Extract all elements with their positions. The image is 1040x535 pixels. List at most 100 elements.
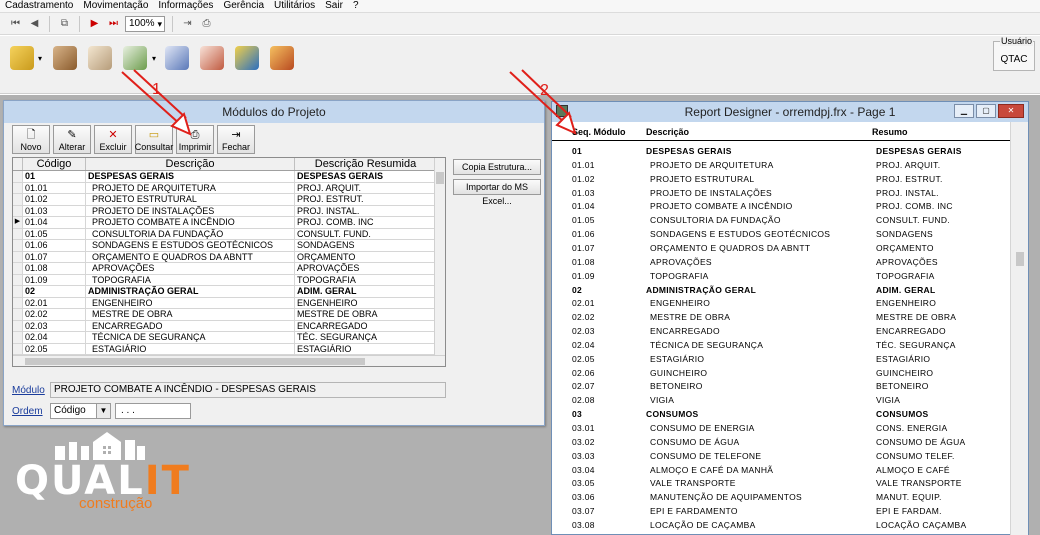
next-record-icon[interactable]: ▶ [87, 16, 102, 31]
row-selector[interactable] [13, 286, 23, 297]
column-header-descricao-resumida[interactable]: Descrição Resumida [295, 158, 437, 170]
table-row[interactable]: 01.03 PROJETO DE INSTALAÇÕES PROJ. INSTAL. [13, 205, 445, 217]
scrollbar-thumb[interactable] [25, 358, 365, 365]
cell-codigo: 02.04 [23, 332, 86, 343]
column-header-descricao[interactable]: Descrição [86, 158, 295, 170]
table-row[interactable]: 01.08 APROVAÇÕES APROVAÇÕES [13, 263, 445, 275]
imprimir-button[interactable]: ⎙ Imprimir [176, 125, 214, 154]
table-row[interactable]: 02 ADMINISTRAÇÃO GERAL ADIM. GERAL [13, 286, 445, 298]
row-selector[interactable] [13, 251, 23, 262]
row-selector[interactable] [13, 194, 23, 205]
report-vertical-scrollbar[interactable] [1010, 122, 1028, 535]
excluir-button[interactable]: ✕ Excluir [94, 125, 132, 154]
calendar-icon[interactable] [88, 46, 112, 70]
row-selector[interactable] [13, 263, 23, 274]
user-report-icon[interactable] [165, 46, 189, 70]
table-row[interactable]: 01.06 SONDAGENS E ESTUDOS GEOTÉCNICOS SOND… [13, 240, 445, 252]
maximize-icon[interactable]: ▢ [976, 104, 996, 118]
cell-codigo: 01.03 [23, 205, 86, 216]
edit-pencil-icon: ✎ [67, 129, 77, 141]
fechar-button[interactable]: ⇥ Fechar [217, 125, 255, 154]
report-cell-seq: 01.09 [572, 270, 595, 281]
cell-descricao-resumida: ADIM. GERAL [295, 286, 437, 297]
cell-codigo: 01.04 [23, 217, 86, 228]
last-record-icon[interactable]: ⏭ [106, 16, 121, 31]
cell-codigo: 02.05 [23, 343, 86, 354]
printer-icon[interactable]: ⎙ [199, 16, 214, 31]
table-row[interactable]: 01 DESPESAS GERAIS DESPESAS GERAIS [13, 171, 445, 183]
modules-grid[interactable]: Código Descrição Descrição Resumida 01 DE… [12, 157, 446, 367]
row-selector[interactable] [13, 343, 23, 354]
dropdown-arrow-icon[interactable]: ▾ [38, 54, 42, 63]
table-row[interactable]: 02.04 TÉCNICA DE SEGURANÇA TÉC. SEGURANÇA [13, 332, 445, 344]
cell-codigo: 01.01 [23, 182, 86, 193]
alterar-button[interactable]: ✎ Alterar [53, 125, 91, 154]
close-icon[interactable]: ✕ [998, 104, 1024, 118]
table-row[interactable]: 01.01 PROJETO DE ARQUITETURA PROJ. ARQUIT. [13, 182, 445, 194]
chart-graph-icon[interactable] [235, 46, 259, 70]
money-sheet-icon[interactable] [123, 46, 147, 70]
row-selector[interactable] [13, 171, 23, 182]
report-cell-seq: 01.08 [572, 256, 595, 267]
menu-gerencia[interactable]: Gerência [223, 0, 264, 12]
minimize-icon[interactable]: ▁ [954, 104, 974, 118]
report-cell-descricao: PROJETO ESTRUTURAL [650, 173, 755, 184]
current-row-indicator-icon[interactable]: ▶ [13, 217, 23, 228]
table-row[interactable]: 02.02 MESTRE DE OBRA MESTRE DE OBRA [13, 309, 445, 321]
row-selector[interactable] [13, 274, 23, 285]
consultar-button[interactable]: ▭ Consultar [135, 125, 173, 154]
previous-record-icon[interactable]: ◀ [27, 16, 42, 31]
column-header-codigo[interactable]: Código [23, 158, 86, 170]
cell-descricao: PROJETO DE ARQUITETURA [86, 182, 295, 193]
table-row[interactable]: 01.02 PROJETO ESTRUTURAL PROJ. ESTRUT. [13, 194, 445, 206]
menu-help[interactable]: ? [353, 0, 359, 12]
report-row: 01.03 PROJETO DE INSTALAÇÕES PROJ. INSTAL. [552, 188, 1011, 202]
ordem-select[interactable]: Código ▼ [50, 403, 111, 419]
row-selector[interactable] [13, 240, 23, 251]
dropdown-arrow-icon[interactable]: ▾ [152, 54, 156, 63]
schedule-clock-icon[interactable] [200, 46, 224, 70]
menu-movimentacao[interactable]: Movimentação [83, 0, 148, 12]
exit-door-icon[interactable]: ⇥ [180, 16, 195, 31]
zoom-select[interactable]: 100% [125, 15, 165, 32]
row-selector[interactable] [13, 332, 23, 343]
novo-button[interactable]: 🗋 Novo [12, 125, 50, 154]
exit-door-icon[interactable] [270, 46, 294, 70]
novo-button-label: Novo [20, 142, 42, 152]
row-selector[interactable] [13, 182, 23, 193]
table-row[interactable]: 01.07 ORÇAMENTO E QUADROS DA ABNTT ORÇAMEN… [13, 251, 445, 263]
row-selector[interactable] [13, 320, 23, 331]
table-row[interactable]: ▶ 01.04 PROJETO COMBATE A INCÊNDIO PROJ. CO… [13, 217, 445, 229]
copy-pages-icon[interactable]: ⧉ [57, 16, 72, 31]
menu-sair[interactable]: Sair [325, 0, 343, 12]
ordem-select-value: Código [54, 405, 86, 416]
report-cell-descricao: APROVAÇÕES [650, 256, 712, 267]
ordem-search-input[interactable]: . . . [115, 403, 191, 419]
scrollbar-thumb[interactable] [436, 172, 444, 184]
report-row: 01.08 APROVAÇÕES APROVAÇÕES [552, 257, 1011, 271]
menu-utilitarios[interactable]: Utilitários [274, 0, 315, 12]
table-row[interactable]: 01.09 TOPOGRAFIA TOPOGRAFIA [13, 274, 445, 286]
table-row[interactable]: 02.05 ESTAGIÁRIO ESTAGIÁRIO [13, 343, 445, 355]
grid-horizontal-scrollbar[interactable] [13, 355, 445, 366]
house-tools-icon[interactable] [53, 46, 77, 70]
row-selector[interactable] [13, 228, 23, 239]
grid-vertical-scrollbar[interactable] [434, 158, 445, 356]
report-cell-descricao: CONSUMO DE TELEFONE [650, 450, 762, 461]
row-selector[interactable] [13, 205, 23, 216]
table-row[interactable]: 02.03 ENCARREGADO ENCARREGADO [13, 320, 445, 332]
row-selector[interactable] [13, 309, 23, 320]
copia-estrutura-button[interactable]: Copia Estrutura... [453, 159, 541, 175]
table-row[interactable]: 01.05 CONSULTORIA DA FUNDAÇÃO CONSULT. FUN… [13, 228, 445, 240]
scrollbar-thumb[interactable] [1016, 252, 1024, 266]
logo-buildings-icon [55, 432, 145, 460]
chevron-down-icon[interactable]: ▼ [96, 404, 110, 418]
first-record-icon[interactable]: ⏮ [8, 16, 23, 31]
folder-open-icon[interactable] [10, 46, 34, 70]
table-row[interactable]: 02.01 ENGENHEIRO ENGENHEIRO [13, 297, 445, 309]
row-selector[interactable] [13, 297, 23, 308]
report-row: 01.05 CONSULTORIA DA FUNDAÇÃO CONSULT. FUN… [552, 215, 1011, 229]
menu-cadastramento[interactable]: Cadastramento [5, 0, 73, 12]
menu-informacoes[interactable]: Informações [158, 0, 213, 12]
importar-excel-button[interactable]: Importar do MS Excel... [453, 179, 541, 206]
